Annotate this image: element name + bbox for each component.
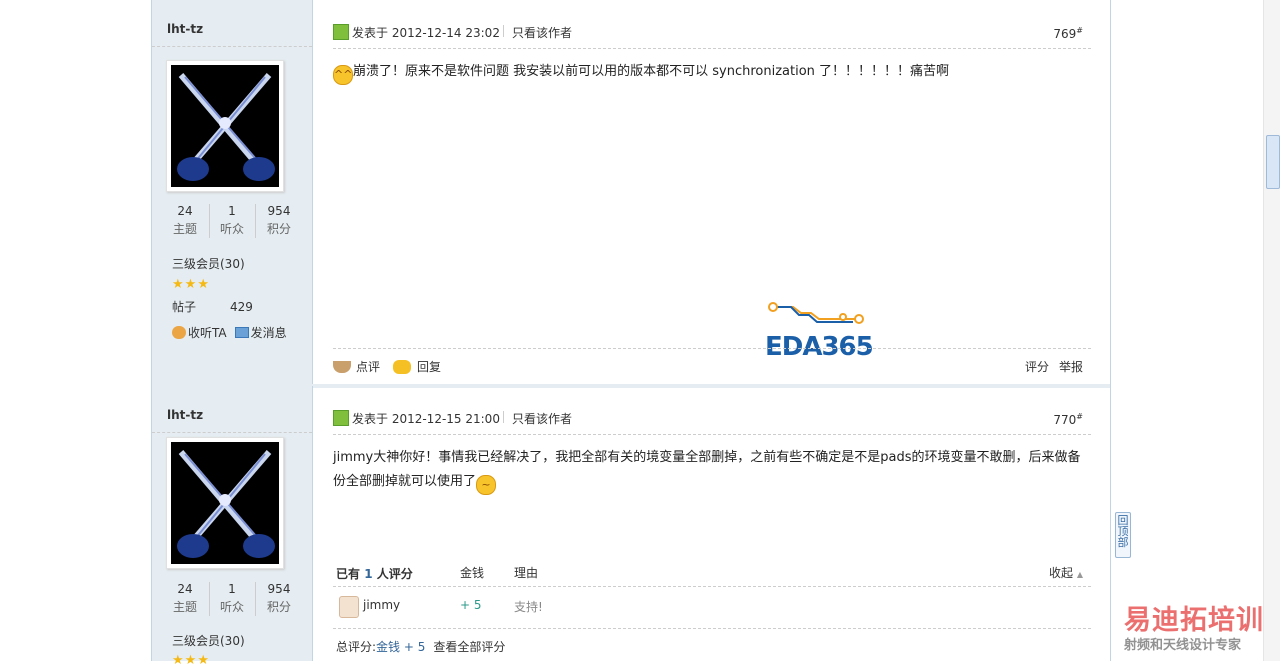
vertical-scrollbar[interactable] bbox=[1263, 0, 1280, 661]
thinking-emoji-icon: ~ bbox=[476, 475, 497, 495]
post-count-row: 帖子 429 bbox=[172, 298, 253, 315]
post-content: ^^崩溃了！原来不是软件问题 我安装以前可以用的版本都不可以 synchroni… bbox=[333, 60, 1091, 85]
comment-button[interactable]: 点评 bbox=[333, 358, 380, 375]
stat-points[interactable]: 954 积分 bbox=[256, 582, 302, 615]
circuit-trace-icon bbox=[768, 302, 864, 324]
divider bbox=[152, 46, 312, 47]
star-icon: ★ bbox=[197, 277, 209, 292]
divider bbox=[152, 432, 312, 433]
member-level[interactable]: 三级会员(30) bbox=[172, 632, 245, 649]
follow-button[interactable]: 收听TA bbox=[172, 326, 227, 340]
author-sidebar: lht-tz 24 主题 1 听众 954 积分 bbox=[152, 0, 313, 386]
rater-name[interactable]: jimmy bbox=[363, 598, 400, 612]
stat-topics[interactable]: 24 主题 bbox=[162, 204, 208, 237]
stat-topics[interactable]: 24 主题 bbox=[162, 582, 208, 615]
post-main: 发表于 2012-12-15 21:00 只看该作者 770# jimmy大神你… bbox=[333, 386, 1091, 661]
collapse-rating-button[interactable]: 收起 ▲ bbox=[1049, 564, 1083, 581]
rating-header: 已有 1 人评分 金钱 理由 收起 ▲ bbox=[333, 554, 1091, 587]
post-count-value[interactable]: 429 bbox=[230, 300, 253, 314]
post-time: 发表于 2012-12-14 23:02 bbox=[352, 26, 500, 40]
scrollbar-thumb[interactable] bbox=[1266, 135, 1280, 189]
author-actions: 收听TA 发消息 bbox=[172, 324, 295, 341]
column-money: 金钱 bbox=[460, 566, 485, 580]
divider bbox=[503, 411, 504, 423]
rate-button[interactable]: 评分 bbox=[1025, 360, 1049, 374]
stat-listeners[interactable]: 1 听众 bbox=[209, 582, 255, 615]
grin-emoji-icon: ^^ bbox=[333, 65, 353, 85]
post-tools: 评分 举报 bbox=[1015, 358, 1083, 375]
author-sidebar: lht-tz 24 主题 1 听众 954 积分 bbox=[152, 386, 313, 668]
post-content: jimmy大神你好！事情我已经解决了，我把全部有关的境变量全部删掉，之前有些不确… bbox=[333, 446, 1091, 495]
view-all-ratings-link[interactable]: 查看全部评分 bbox=[433, 640, 505, 654]
rating-summary: 已有 1 人评分 bbox=[336, 567, 413, 581]
avatar-image bbox=[171, 65, 279, 187]
floor-number[interactable]: 769# bbox=[1053, 26, 1083, 41]
floor-number[interactable]: 770# bbox=[1053, 412, 1083, 427]
post-769: lht-tz 24 主题 1 听众 954 积分 三级会员(30) ★★★ 帖子… bbox=[152, 0, 1110, 386]
caret-up-icon: ▲ bbox=[1076, 570, 1083, 579]
avatar[interactable] bbox=[166, 60, 284, 192]
avatar[interactable] bbox=[166, 437, 284, 569]
follow-icon bbox=[172, 326, 186, 339]
rating-total: 总评分:金钱 + 5 查看全部评分 bbox=[336, 640, 506, 654]
post-main: 发表于 2012-12-14 23:02 只看该作者 769# ^^崩溃了！原来… bbox=[333, 0, 1091, 386]
stat-listeners[interactable]: 1 听众 bbox=[209, 204, 255, 237]
level-stars: ★★★ bbox=[172, 277, 210, 292]
thread-container: lht-tz 24 主题 1 听众 954 积分 三级会员(30) ★★★ 帖子… bbox=[151, 0, 1111, 668]
post-meta: 发表于 2012-12-14 23:02 只看该作者 769# bbox=[333, 22, 1091, 49]
star-icon: ★ bbox=[172, 277, 184, 292]
rating-reason: 支持! bbox=[514, 600, 543, 614]
post-770: lht-tz 24 主题 1 听众 954 积分 三级会员(30) ★★★ 发表… bbox=[152, 386, 1110, 668]
online-status-icon bbox=[333, 24, 349, 40]
mail-icon bbox=[234, 327, 249, 338]
post-actions: 点评 回复 评分 举报 bbox=[333, 348, 1091, 379]
online-status-icon bbox=[333, 410, 349, 426]
stat-points[interactable]: 954 积分 bbox=[256, 204, 302, 237]
star-icon: ★ bbox=[184, 277, 197, 292]
coffee-icon bbox=[333, 361, 351, 373]
only-author-link[interactable]: 只看该作者 bbox=[512, 410, 572, 427]
post-count-label: 帖子 bbox=[172, 300, 197, 314]
watermark-subtitle: 射频和天线设计专家 bbox=[1124, 638, 1242, 653]
reply-button[interactable]: 回复 bbox=[393, 358, 441, 375]
rating-row: jimmy + 5 支持! bbox=[333, 586, 1091, 629]
member-level[interactable]: 三级会员(30) bbox=[172, 255, 245, 272]
rating-value: + 5 bbox=[460, 598, 482, 612]
author-name[interactable]: lht-tz bbox=[167, 408, 203, 422]
user-avatar[interactable] bbox=[339, 596, 359, 618]
back-to-top-button[interactable]: 回顶部 bbox=[1115, 512, 1131, 558]
watermark: 易迪拓培训 射频和天线设计专家 bbox=[1124, 604, 1264, 654]
avatar-image bbox=[171, 442, 279, 564]
post-meta: 发表于 2012-12-15 21:00 只看该作者 770# bbox=[333, 408, 1091, 435]
column-reason: 理由 bbox=[514, 566, 539, 580]
divider bbox=[503, 25, 504, 37]
author-name[interactable]: lht-tz bbox=[167, 22, 203, 36]
only-author-link[interactable]: 只看该作者 bbox=[512, 24, 572, 41]
report-button[interactable]: 举报 bbox=[1059, 360, 1083, 374]
send-message-button[interactable]: 发消息 bbox=[234, 326, 287, 340]
post-time: 发表于 2012-12-15 21:00 bbox=[352, 412, 500, 426]
watermark-title: 易迪拓培训 bbox=[1124, 605, 1264, 636]
speech-bubble-icon bbox=[393, 360, 411, 374]
